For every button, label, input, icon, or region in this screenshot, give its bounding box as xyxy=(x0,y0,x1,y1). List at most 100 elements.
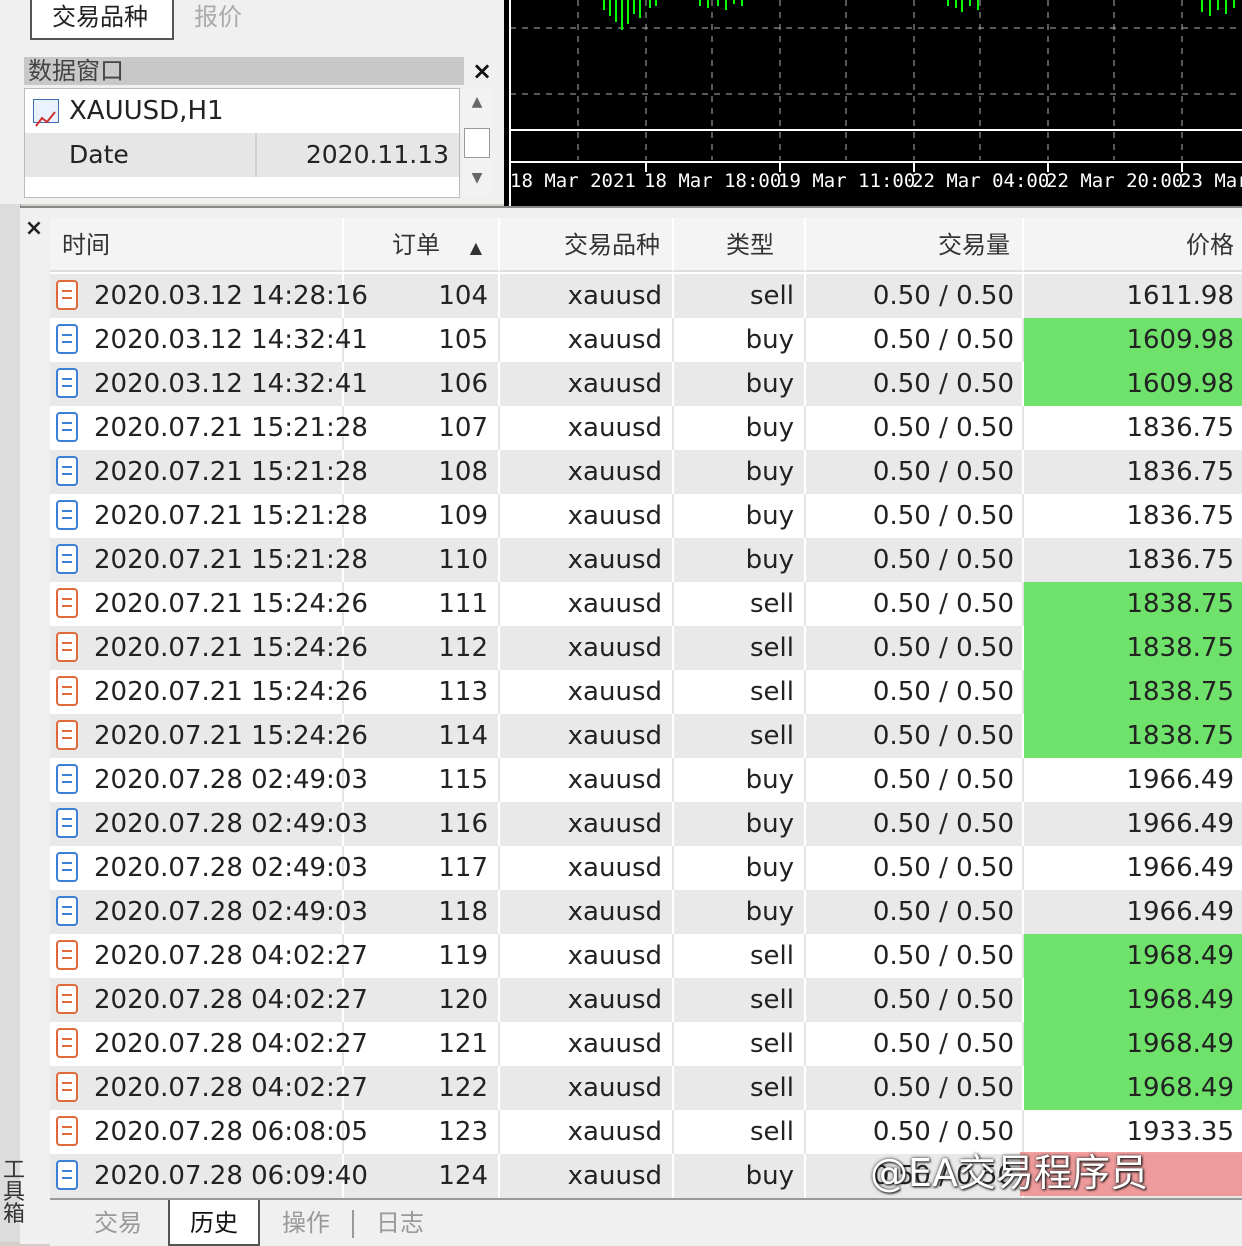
cell-volume: 0.50 / 0.50 xyxy=(806,406,1024,450)
cell-symbol: xauusd xyxy=(500,934,674,978)
cell-price: 1968.49 xyxy=(1024,934,1242,978)
table-row[interactable]: 2020.07.21 15:21:28 110 xauusd buy 0.50 / 0.… xyxy=(50,538,1242,582)
column-header-type[interactable]: 类型 xyxy=(674,218,806,272)
table-row[interactable]: 2020.07.21 15:21:28 109 xauusd buy 0.50 / 0.… xyxy=(50,494,1242,538)
cell-time: 2020.03.12 14:32:41 xyxy=(50,318,368,362)
cell-time: 2020.07.28 02:49:03 xyxy=(50,846,368,890)
tab-journal[interactable]: 日志 xyxy=(354,1200,446,1246)
cell-volume: 0.50 / 0.50 xyxy=(806,318,1024,362)
table-row[interactable]: 2020.07.21 15:24:26 111 xauusd sell 0.50 / 0… xyxy=(50,582,1242,626)
table-row[interactable]: 2020.07.28 02:49:03 117 xauusd buy 0.50 / 0.… xyxy=(50,846,1242,890)
cell-type: sell xyxy=(674,714,806,758)
column-header-time[interactable]: 时间 xyxy=(50,218,344,272)
cell-symbol: xauusd xyxy=(500,890,674,934)
table-row[interactable]: 2020.07.28 04:02:27 119 xauusd sell 0.50 / 0… xyxy=(50,934,1242,978)
buy-order-icon xyxy=(56,764,78,794)
cell-time-text: 2020.03.12 14:32:41 xyxy=(94,369,368,399)
table-row[interactable]: 2020.07.21 15:21:28 108 xauusd buy 0.50 / 0.… xyxy=(50,450,1242,494)
cell-order: 123 xyxy=(344,1110,500,1154)
scroll-down-icon[interactable]: ▼ xyxy=(462,170,492,186)
cell-volume: 0.50 / 0.50 xyxy=(806,978,1024,1022)
table-row[interactable]: 2020.07.21 15:24:26 113 xauusd sell 0.50 / 0… xyxy=(50,670,1242,714)
cell-order: 121 xyxy=(344,1022,500,1066)
table-row[interactable]: 2020.07.21 15:24:26 112 xauusd sell 0.50 / 0… xyxy=(50,626,1242,670)
table-row[interactable]: 2020.07.21 15:21:28 107 xauusd buy 0.50 / 0.… xyxy=(50,406,1242,450)
x-axis-label: 18 Mar 18:00 xyxy=(644,170,782,192)
cell-price: 1836.75 xyxy=(1126,545,1234,575)
cell-time: 2020.07.28 02:49:03 xyxy=(50,802,368,846)
table-row[interactable]: 2020.03.12 14:28:16 104 xauusd sell 0.50 / 0… xyxy=(50,274,1242,318)
scroll-thumb[interactable] xyxy=(464,128,490,158)
table-row[interactable]: 2020.07.21 15:24:26 114 xauusd sell 0.50 / 0… xyxy=(50,714,1242,758)
table-row[interactable]: 2020.07.28 02:49:03 118 xauusd buy 0.50 / 0.… xyxy=(50,890,1242,934)
cell-price: 1609.98 xyxy=(1024,318,1242,362)
cell-symbol: xauusd xyxy=(500,274,674,318)
cell-price: 1838.75 xyxy=(1024,714,1242,758)
cell-symbol: xauusd xyxy=(500,318,674,362)
table-row[interactable]: 2020.03.12 14:32:41 106 xauusd buy 0.50 / 0.… xyxy=(50,362,1242,406)
terminal-close-icon[interactable]: × xyxy=(22,216,46,242)
cell-order: 104 xyxy=(344,274,500,318)
cell-time-text: 2020.03.12 14:32:41 xyxy=(94,325,368,355)
data-window-scrollbar[interactable]: ▲ ▼ xyxy=(462,90,492,196)
buy-order-icon xyxy=(56,456,78,486)
data-window-close-icon[interactable]: × xyxy=(468,57,496,85)
cell-price: 1611.98 xyxy=(1126,281,1234,311)
cell-volume: 0.50 / 0.50 xyxy=(806,1022,1024,1066)
cell-volume: 0.50 / 0.50 xyxy=(806,670,1024,714)
cell-price: 1836.75 xyxy=(1126,501,1234,531)
cell-symbol: xauusd xyxy=(500,1066,674,1110)
toolbox-side-label[interactable]: 工具箱 xyxy=(0,1160,28,1226)
cell-price: 1838.75 xyxy=(1024,626,1242,670)
scroll-up-icon[interactable]: ▲ xyxy=(462,94,492,110)
tab-symbols[interactable]: 交易品种 xyxy=(30,0,174,40)
buy-order-icon xyxy=(56,544,78,574)
table-row[interactable]: 2020.07.28 02:49:03 116 xauusd buy 0.50 / 0.… xyxy=(50,802,1242,846)
table-row[interactable]: 2020.07.28 04:02:27 120 xauusd sell 0.50 / 0… xyxy=(50,978,1242,1022)
cell-order: 112 xyxy=(344,626,500,670)
tab-operations[interactable]: 操作 xyxy=(262,1200,350,1246)
cell-symbol: xauusd xyxy=(500,494,674,538)
cell-symbol: xauusd xyxy=(500,1110,674,1154)
table-row[interactable]: 2020.07.28 04:02:27 122 xauusd sell 0.50 / 0… xyxy=(50,1066,1242,1110)
cell-symbol: xauusd xyxy=(500,1022,674,1066)
cell-volume: 0.50 / 0.50 xyxy=(806,274,1024,318)
buy-order-icon xyxy=(56,368,78,398)
cell-type: buy xyxy=(674,890,806,934)
table-row[interactable]: 2020.07.28 04:02:27 121 xauusd sell 0.50 / 0… xyxy=(50,1022,1242,1066)
cell-type: sell xyxy=(674,582,806,626)
cell-type: sell xyxy=(674,626,806,670)
x-axis-label: 22 Mar 20:00 xyxy=(1046,170,1184,192)
cell-order: 117 xyxy=(344,846,500,890)
sell-order-icon xyxy=(56,984,78,1014)
column-header-symbol[interactable]: 交易品种 xyxy=(500,218,674,272)
cell-order: 119 xyxy=(344,934,500,978)
cell-time-text: 2020.07.28 06:08:05 xyxy=(94,1117,368,1147)
tab-history[interactable]: 历史 xyxy=(168,1200,260,1246)
table-row[interactable]: 2020.07.28 02:49:03 115 xauusd buy 0.50 / 0.… xyxy=(50,758,1242,802)
sell-order-icon xyxy=(56,280,78,310)
cell-type: buy xyxy=(674,802,806,846)
column-header-volume[interactable]: 交易量 xyxy=(806,218,1024,272)
cell-time-text: 2020.07.28 06:09:40 xyxy=(94,1161,368,1191)
price-chart[interactable]: 18 Mar 2021 18 Mar 18:00 19 Mar 11:00 22… xyxy=(504,0,1242,206)
table-row[interactable]: 2020.03.12 14:32:41 105 xauusd buy 0.50 / 0.… xyxy=(50,318,1242,362)
sell-order-icon xyxy=(56,1072,78,1102)
tab-trade[interactable]: 交易 xyxy=(70,1200,166,1246)
sort-ascending-icon: ▲ xyxy=(469,238,482,257)
cell-symbol: xauusd xyxy=(500,670,674,714)
cell-price: 1838.75 xyxy=(1024,582,1242,626)
cell-time-text: 2020.03.12 14:28:16 xyxy=(94,281,368,311)
data-window-symbol-row: XAUUSD,H1 xyxy=(25,89,459,133)
cell-volume: 0.50 / 0.50 xyxy=(806,846,1024,890)
tab-quotes[interactable]: 报价 xyxy=(174,0,294,40)
column-header-order[interactable]: 订单 ▲ xyxy=(344,218,500,272)
column-header-price[interactable]: 价格 xyxy=(1024,218,1242,272)
chart-icon xyxy=(33,99,59,127)
cell-time: 2020.07.28 04:02:27 xyxy=(50,1022,368,1066)
navigator-panel: 交易品种 报价 数据窗口 × XAUUSD,H1 Date 2020.11.13… xyxy=(0,0,504,204)
x-axis-label: 23 Mar xyxy=(1180,170,1242,192)
cell-time: 2020.03.12 14:28:16 xyxy=(50,274,368,318)
x-axis-label: 22 Mar 04:00 xyxy=(912,170,1050,192)
cell-time: 2020.07.21 15:21:28 xyxy=(50,494,368,538)
